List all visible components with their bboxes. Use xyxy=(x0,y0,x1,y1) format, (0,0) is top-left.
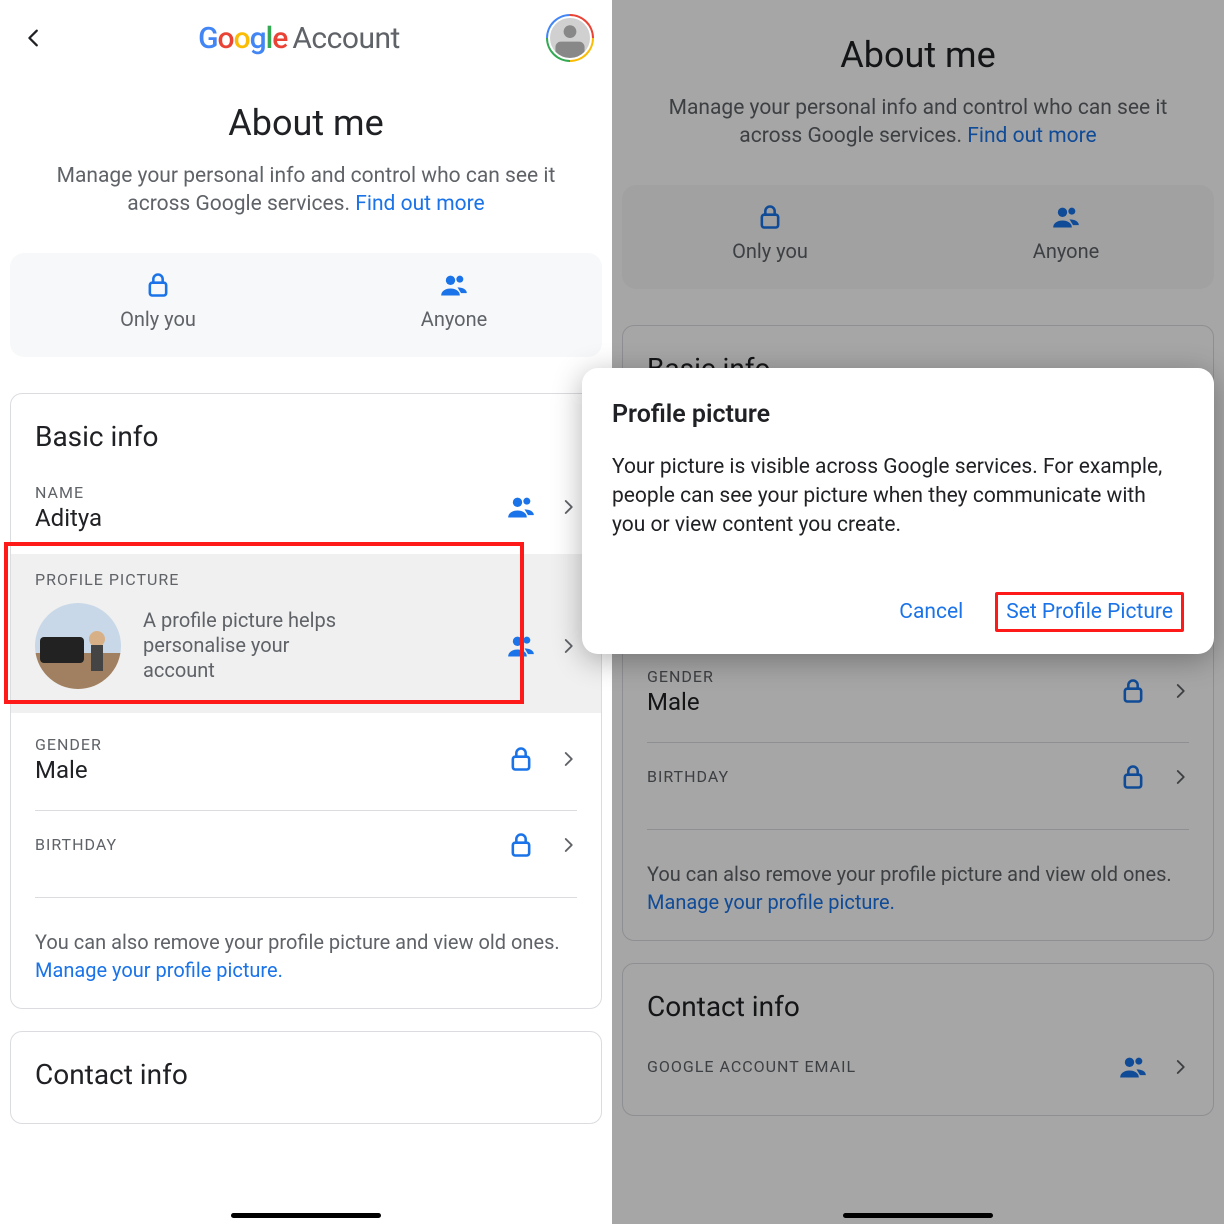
chevron-right-icon xyxy=(559,836,577,854)
people-icon xyxy=(507,632,535,660)
visibility-anyone: Anyone xyxy=(918,203,1214,263)
page-description: Manage your personal info and control wh… xyxy=(0,144,612,219)
set-profile-picture-button[interactable]: Set Profile Picture xyxy=(1006,600,1173,624)
chevron-right-icon xyxy=(1171,1058,1189,1076)
profile-picture-desc: A profile picture helps personalise your… xyxy=(143,608,363,683)
basic-info-title: Basic info xyxy=(11,414,601,461)
profile-picture-dialog: Profile picture Your picture is visible … xyxy=(582,368,1214,654)
lock-icon xyxy=(507,831,535,859)
name-label: NAME xyxy=(35,483,102,502)
chevron-right-icon xyxy=(559,637,577,655)
gender-row[interactable]: GENDER Male xyxy=(623,645,1213,734)
manage-profile-picture-link[interactable]: Manage your profile picture. xyxy=(647,890,895,914)
basic-info-card: Basic info NAME Aditya PROFILE PICTURE A… xyxy=(10,393,602,1009)
name-value: Aditya xyxy=(35,504,102,532)
lock-icon xyxy=(144,271,172,299)
learn-more-link[interactable]: Find out more xyxy=(355,192,484,216)
anyone-label: Anyone xyxy=(421,307,487,331)
visibility-only-you: Only you xyxy=(622,203,918,263)
profile-picture-label: PROFILE PICTURE xyxy=(35,570,577,589)
birthday-label: BIRTHDAY xyxy=(647,767,729,786)
gender-value: Male xyxy=(35,756,102,784)
profile-picture-thumbnail xyxy=(35,603,121,689)
contact-info-card: Contact info xyxy=(10,1031,602,1124)
profile-picture-note: You can also remove your profile picture… xyxy=(11,906,601,1008)
manage-profile-picture-link[interactable]: Manage your profile picture. xyxy=(35,958,283,982)
anyone-label: Anyone xyxy=(1033,239,1099,263)
dialog-title: Profile picture xyxy=(612,400,1184,429)
logo-account-text: Account xyxy=(292,21,400,56)
chevron-right-icon xyxy=(559,498,577,516)
page-description: Manage your personal info and control wh… xyxy=(612,76,1224,151)
highlight-annotation: Set Profile Picture xyxy=(995,592,1184,632)
only-you-label: Only you xyxy=(120,307,196,331)
back-button[interactable] xyxy=(16,20,52,56)
only-you-label: Only you xyxy=(732,239,808,263)
chevron-right-icon xyxy=(1171,768,1189,786)
people-icon xyxy=(1052,203,1080,231)
profile-picture-row[interactable]: PROFILE PICTURE A profile picture helps … xyxy=(11,554,601,713)
birthday-row[interactable]: BIRTHDAY xyxy=(623,751,1213,821)
birthday-row[interactable]: BIRTHDAY xyxy=(11,819,601,889)
chevron-right-icon xyxy=(1171,682,1189,700)
people-icon xyxy=(507,493,535,521)
contact-info-title: Contact info xyxy=(11,1052,601,1099)
profile-avatar-button[interactable] xyxy=(546,14,594,62)
lock-icon xyxy=(756,203,784,231)
profile-picture-note: You can also remove your profile picture… xyxy=(623,838,1213,940)
home-indicator xyxy=(843,1213,993,1218)
gender-label: GENDER xyxy=(647,667,714,686)
visibility-anyone: Anyone xyxy=(306,271,602,331)
contact-info-card: Contact info GOOGLE ACCOUNT EMAIL xyxy=(622,963,1214,1116)
visibility-legend-card: Only you Anyone xyxy=(10,253,602,357)
lock-icon xyxy=(507,745,535,773)
dialog-body: Your picture is visible across Google se… xyxy=(612,453,1184,540)
lock-icon xyxy=(1119,677,1147,705)
gender-value: Male xyxy=(647,688,714,716)
gender-label: GENDER xyxy=(35,735,102,754)
chevron-right-icon xyxy=(559,750,577,768)
lock-icon xyxy=(1119,763,1147,791)
google-account-logo: Google Account xyxy=(198,21,400,56)
people-icon xyxy=(440,271,468,299)
learn-more-link[interactable]: Find out more xyxy=(967,124,1096,148)
visibility-only-you: Only you xyxy=(10,271,306,331)
home-indicator xyxy=(231,1213,381,1218)
page-title: About me xyxy=(0,102,612,144)
email-label: GOOGLE ACCOUNT EMAIL xyxy=(647,1057,856,1076)
cancel-button[interactable]: Cancel xyxy=(895,592,967,632)
visibility-legend-card: Only you Anyone xyxy=(622,185,1214,289)
contact-info-title: Contact info xyxy=(623,984,1213,1031)
note-text: You can also remove your profile picture… xyxy=(35,930,560,954)
page-title: About me xyxy=(612,34,1224,76)
people-icon xyxy=(1119,1053,1147,1081)
note-text: You can also remove your profile picture… xyxy=(647,862,1172,886)
avatar-icon xyxy=(548,16,592,60)
gender-row[interactable]: GENDER Male xyxy=(11,713,601,802)
birthday-label: BIRTHDAY xyxy=(35,835,117,854)
name-row[interactable]: NAME Aditya xyxy=(11,461,601,554)
email-row[interactable]: GOOGLE ACCOUNT EMAIL xyxy=(623,1031,1213,1091)
back-icon xyxy=(23,27,45,49)
